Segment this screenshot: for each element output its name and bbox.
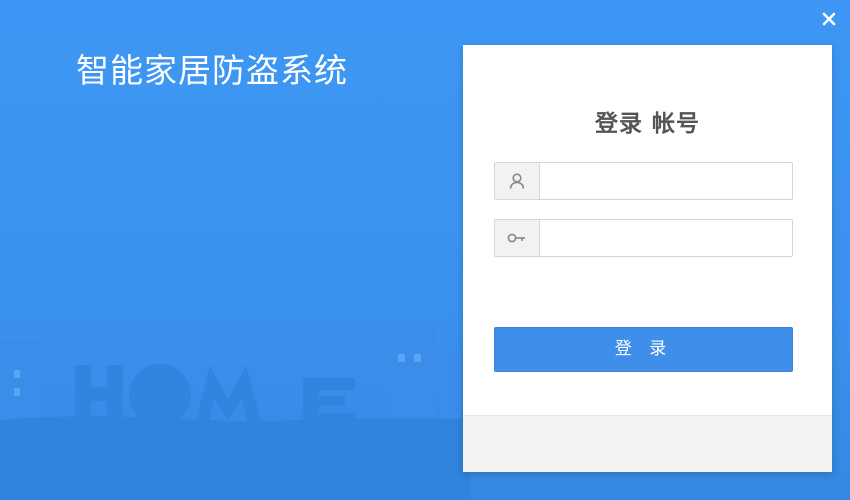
- letter-h-bar: [91, 387, 107, 401]
- password-input[interactable]: [540, 220, 792, 254]
- building-window: [414, 354, 421, 362]
- username-input[interactable]: [540, 163, 792, 197]
- letter-o: [129, 364, 191, 426]
- login-button[interactable]: 登 录: [494, 327, 793, 372]
- card-footer: [463, 415, 832, 472]
- login-card: 登录 帐号 登 录: [463, 45, 832, 472]
- letter-e-top: [303, 378, 355, 390]
- building-window: [14, 388, 20, 396]
- password-icon-box: [495, 220, 540, 256]
- user-icon: [509, 173, 525, 189]
- building-window: [398, 354, 405, 362]
- app-title: 智能家居防盗系统: [76, 51, 348, 90]
- login-title: 登录 帐号: [594, 111, 700, 137]
- letter-h-left: [75, 365, 91, 425]
- password-field: [494, 219, 793, 257]
- letter-h-right: [107, 365, 123, 425]
- username-field: [494, 162, 793, 200]
- username-icon-box: [495, 163, 540, 199]
- key-icon: [507, 233, 525, 243]
- login-window: 智能家居防盗系统 登录 帐号 登 录: [0, 0, 850, 500]
- letter-m: [195, 365, 262, 425]
- ground-hill: [0, 416, 470, 500]
- close-button[interactable]: [818, 8, 840, 30]
- building-window: [14, 370, 20, 378]
- close-icon: [822, 12, 836, 26]
- letter-e-middle: [303, 396, 345, 406]
